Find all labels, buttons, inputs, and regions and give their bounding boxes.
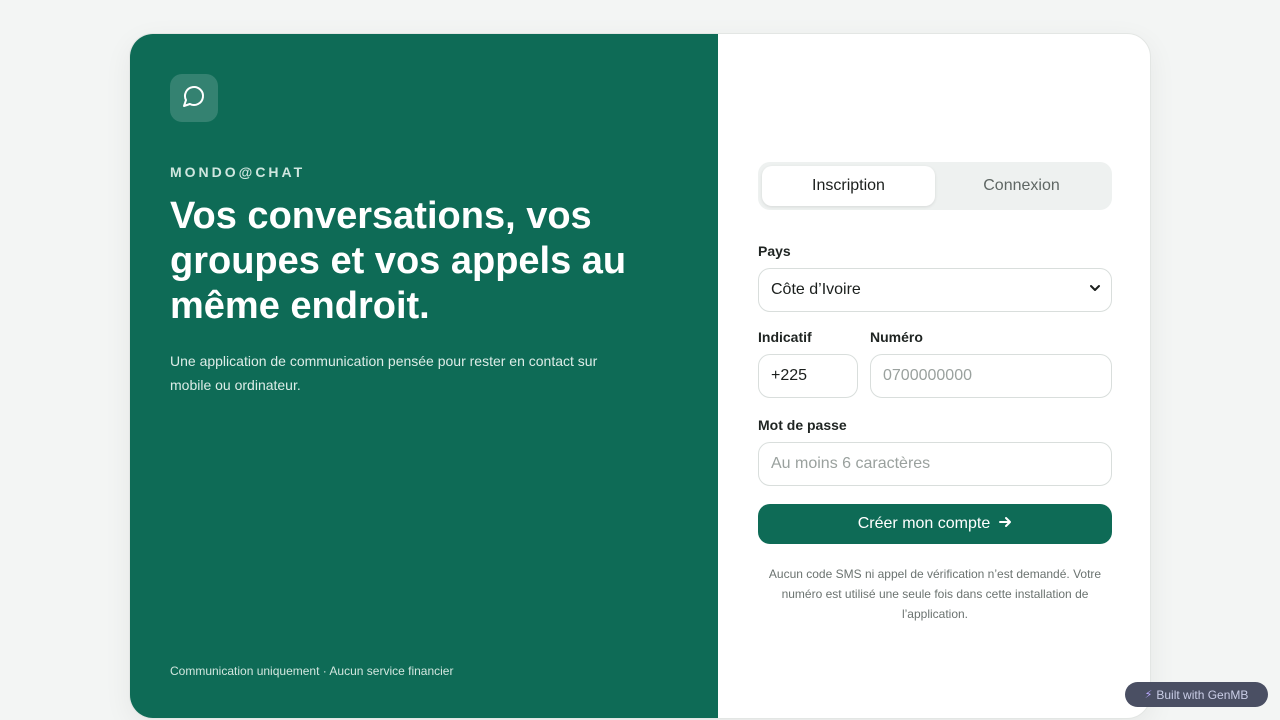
phone-number-input[interactable]: 0700000000 (870, 354, 1112, 398)
tab-inscription[interactable]: Inscription (762, 166, 935, 206)
brand-panel: MONDO@CHAT Vos conversations, vos groupe… (130, 34, 718, 718)
arrow-right-icon (998, 515, 1012, 534)
phone-number-label: Numéro (870, 329, 923, 345)
country-select-value: Côte d’Ivoire (771, 281, 861, 298)
brand-footer-note: Communication uniquement · Aucun service… (170, 664, 454, 678)
dial-code-label: Indicatif (758, 329, 812, 345)
auth-form-panel: Inscription Connexion Pays Côte d’Ivoire… (718, 34, 1150, 718)
lightning-icon: ⚡ (1144, 689, 1153, 701)
brand-name: MONDO@CHAT (170, 164, 306, 180)
auth-tabs: Inscription Connexion (758, 162, 1112, 210)
auth-card: MONDO@CHAT Vos conversations, vos groupe… (129, 33, 1151, 719)
page-headline: Vos conversations, vos groupes et vos ap… (170, 195, 627, 327)
phone-number-placeholder: 0700000000 (883, 367, 972, 384)
chat-bubble-icon (182, 84, 206, 113)
verification-disclaimer: Aucun code SMS ni appel de vérification … (768, 567, 1102, 621)
create-account-button[interactable]: Créer mon compte (758, 504, 1112, 544)
dial-code-field[interactable]: +225 (758, 354, 858, 398)
built-with-badge[interactable]: ⚡ Built with GenMB (1125, 682, 1268, 707)
chevron-down-icon (1089, 281, 1101, 299)
country-label: Pays (758, 243, 791, 259)
logo (170, 74, 218, 122)
create-account-label: Créer mon compte (857, 515, 991, 532)
dial-code-value: +225 (771, 367, 808, 384)
password-label: Mot de passe (758, 417, 847, 433)
password-input[interactable]: Au moins 6 caractères (758, 442, 1112, 486)
built-with-label: Built with GenMB (1156, 687, 1249, 702)
password-placeholder: Au moins 6 caractères (771, 455, 931, 472)
page-lead-text: Une application de communication pensée … (170, 353, 598, 393)
tab-connexion[interactable]: Connexion (935, 166, 1108, 206)
country-select[interactable]: Côte d’Ivoire (758, 268, 1112, 312)
